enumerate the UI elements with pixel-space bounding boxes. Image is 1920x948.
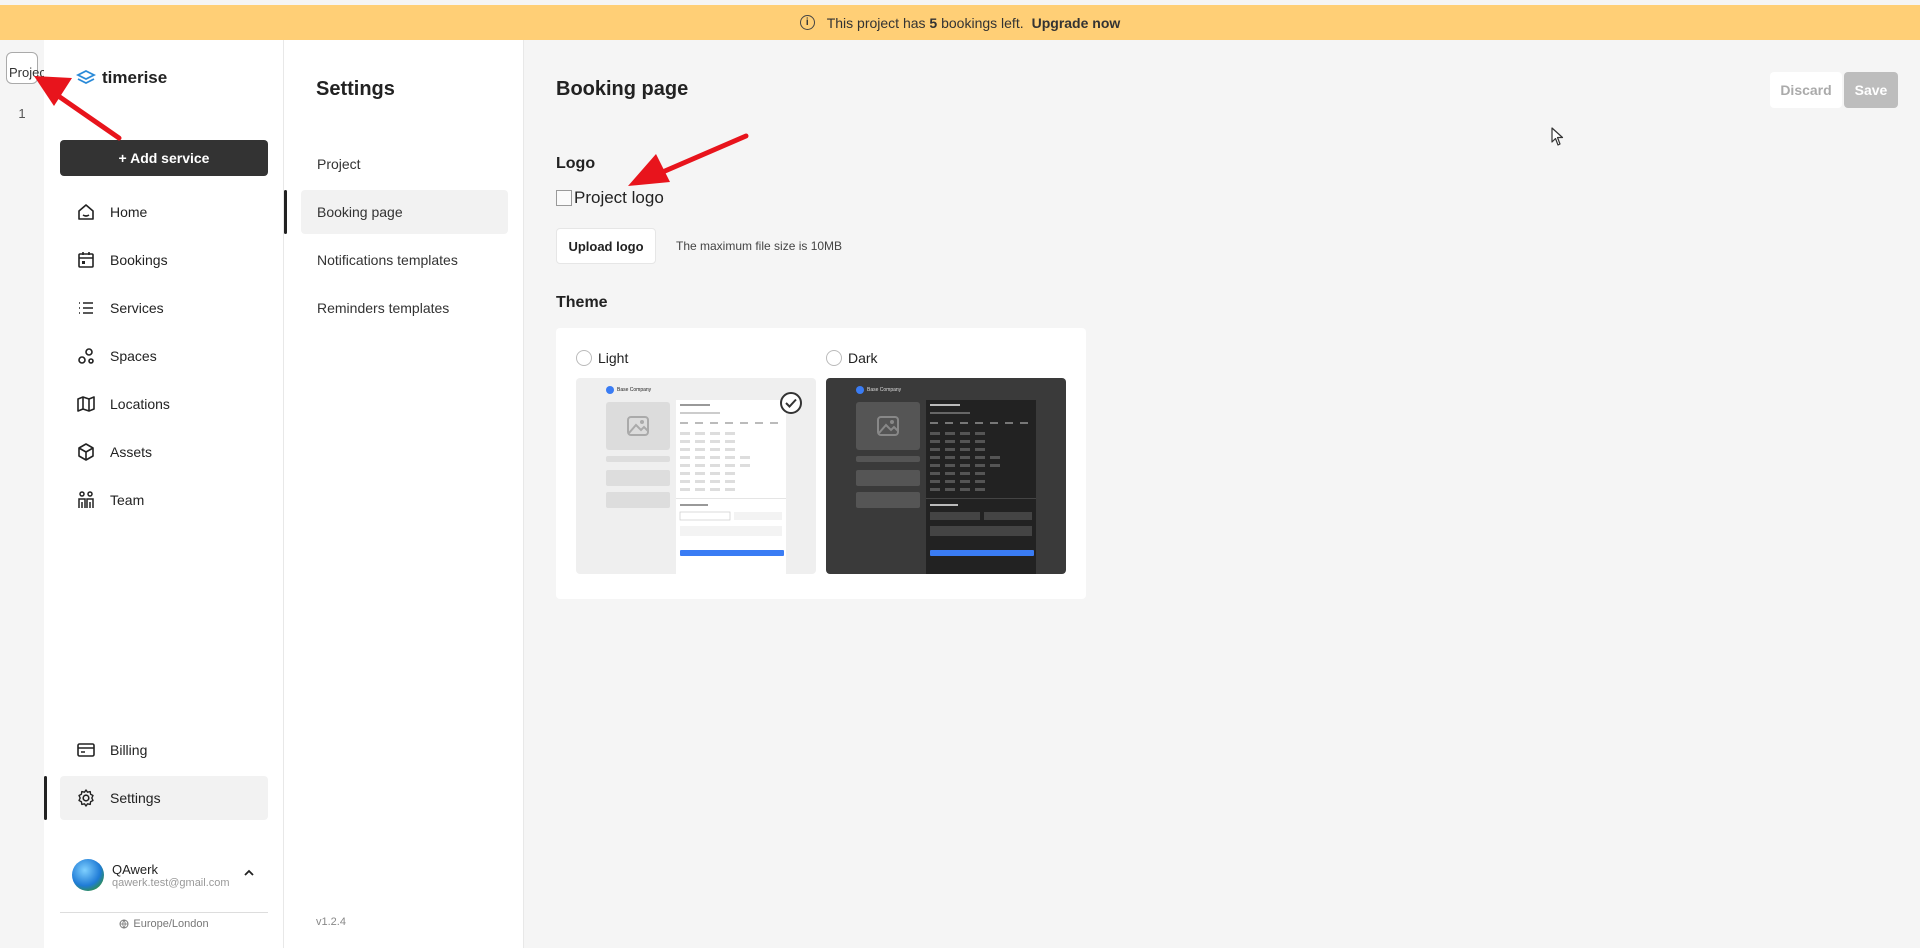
chevron-up-icon[interactable] (242, 866, 256, 880)
preview-field (856, 470, 920, 486)
nav-home-label: Home (110, 204, 148, 220)
app-version: v1.2.4 (316, 916, 346, 928)
upgrade-banner: i This project has 5 bookings left. Upgr… (0, 5, 1920, 40)
upload-logo-button[interactable]: Upload logo (556, 228, 656, 264)
preview-submit-bar (680, 550, 784, 556)
nav-locations-label: Locations (110, 396, 170, 412)
broken-image-icon (556, 190, 572, 206)
nav-billing[interactable]: Billing (60, 728, 268, 772)
theme-light-preview[interactable]: Base Company (576, 378, 816, 574)
upload-hint: The maximum file size is 10MB (676, 239, 843, 253)
settings-item-reminders-templates[interactable]: Reminders templates (301, 286, 508, 330)
nav-bookings[interactable]: Bookings (60, 238, 268, 282)
theme-picker: Light Dark Base Company Base Company (556, 328, 1086, 599)
settings-active-indicator (284, 190, 287, 234)
nav-home[interactable]: Home (60, 190, 268, 234)
user-name: QAwerk (112, 861, 158, 877)
gear-icon (78, 789, 94, 807)
settings-item-project[interactable]: Project (301, 142, 508, 186)
check-icon (780, 392, 802, 414)
mouse-cursor-icon (1551, 127, 1564, 146)
avatar (72, 859, 104, 891)
preview-company-dot (856, 386, 864, 394)
banner-prefix: This project has (826, 14, 926, 31)
user-email: qawerk.test@gmail.com (112, 876, 230, 889)
settings-title: Settings (316, 78, 395, 100)
preview-submit-bar (930, 550, 1034, 556)
logo-section-label: Logo (556, 155, 596, 172)
image-placeholder-icon (606, 402, 670, 450)
nav-billing-label: Billing (110, 742, 148, 758)
nav-locations[interactable]: Locations (60, 382, 268, 426)
preview-text-bar (606, 456, 670, 462)
preview-calendar-panel (676, 400, 786, 574)
theme-dark-radio[interactable] (826, 350, 842, 366)
settings-item-booking-page[interactable]: Booking page (301, 190, 508, 234)
brand-name: timerise (102, 68, 168, 87)
calendar-icon (78, 252, 94, 268)
banner-suffix: bookings left. (941, 14, 1024, 31)
preview-calendar-panel (926, 400, 1036, 574)
brand-logo[interactable]: timerise (76, 68, 167, 88)
nav-team[interactable]: Team (60, 478, 268, 522)
divider (60, 912, 268, 913)
list-icon (79, 302, 93, 314)
nav-spaces[interactable]: Spaces (60, 334, 268, 378)
preview-text-bar (856, 456, 920, 462)
preview-company-name: Base Company (617, 387, 652, 393)
user-menu[interactable]: QAwerk qawerk.test@gmail.com (60, 850, 268, 900)
preview-field (856, 492, 920, 508)
nav-services[interactable]: Services (60, 286, 268, 330)
timezone: Europe/London (60, 918, 268, 930)
home-icon (78, 204, 94, 220)
team-icon (78, 491, 94, 508)
cube-icon (78, 443, 94, 461)
project-logo-image: Project logo (556, 188, 664, 208)
nav-spaces-label: Spaces (110, 348, 157, 364)
booking-page-settings: Booking page Discard Save Logo Project l… (524, 40, 1920, 948)
globe-icon (119, 919, 129, 929)
project-switcher: Project 1 (0, 40, 49, 948)
preview-company-dot (606, 386, 614, 394)
nav-services-label: Services (110, 300, 164, 316)
layers-icon (76, 69, 96, 85)
theme-dark-preview[interactable]: Base Company (826, 378, 1066, 574)
nav-settings-label: Settings (110, 790, 161, 806)
image-placeholder-icon (856, 402, 920, 450)
save-button[interactable]: Save (1844, 72, 1898, 108)
settings-item-notifications-templates[interactable]: Notifications templates (301, 238, 508, 282)
timezone-label: Europe/London (133, 918, 209, 930)
add-service-button[interactable]: + Add service (60, 140, 268, 176)
nav-bookings-label: Bookings (110, 252, 168, 268)
theme-light-label[interactable]: Light (598, 350, 628, 366)
page-title: Booking page (556, 78, 689, 100)
info-icon: i (799, 15, 815, 30)
main-sidebar: timerise + Add service Home Bookings Ser… (44, 40, 284, 948)
discard-button[interactable]: Discard (1770, 72, 1842, 108)
settings-menu: Settings Project Booking page Notificati… (284, 40, 524, 948)
nav-assets-label: Assets (110, 444, 153, 460)
banner-count: 5 (929, 14, 938, 31)
preview-field (606, 492, 670, 508)
theme-light-radio[interactable] (576, 350, 592, 366)
nav-assets[interactable]: Assets (60, 430, 268, 474)
theme-dark-label[interactable]: Dark (848, 350, 878, 366)
nav-settings[interactable]: Settings (60, 776, 268, 820)
theme-section-label: Theme (556, 294, 608, 311)
project-logo-alt: Project logo (574, 188, 664, 207)
preview-company: Base Company (606, 386, 651, 394)
project-number: 1 (18, 106, 26, 121)
project-thumbnail[interactable]: Project (6, 52, 49, 84)
preview-company-name: Base Company (867, 387, 902, 393)
spaces-icon (78, 348, 94, 364)
credit-card-icon (77, 743, 95, 757)
preview-field (606, 470, 670, 486)
upgrade-now-link[interactable]: Upgrade now (1032, 15, 1121, 31)
preview-company: Base Company (856, 386, 901, 394)
nav-active-indicator (44, 776, 47, 820)
nav-team-label: Team (110, 492, 145, 508)
map-icon (77, 396, 95, 412)
